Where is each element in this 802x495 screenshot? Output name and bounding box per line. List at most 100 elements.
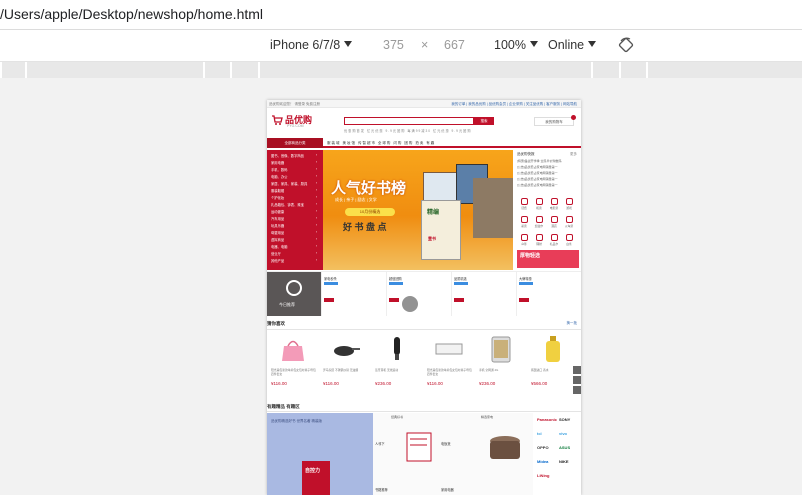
top-links[interactable]: 我的订单 | 我的品优购 | 品优购会员 | 企业采购 | 关注品优购 | 客户…	[451, 102, 577, 107]
category-item[interactable]: 虚拟商品	[271, 237, 284, 242]
brand-logo[interactable]: Panasonic	[537, 417, 557, 422]
media-query-ruler[interactable]	[0, 62, 802, 78]
zoom-select[interactable]: 100%	[494, 38, 538, 52]
news-item[interactable]: [特惠]备战开学季 全民半价购数码	[517, 159, 562, 163]
all-categories-tab[interactable]: 全部商品分类	[267, 138, 323, 148]
brand-logo[interactable]: ASUS	[559, 445, 570, 450]
brand-logo[interactable]: SONY	[559, 417, 570, 422]
chevron-right-icon: ›	[316, 237, 318, 241]
service-label: 酒店	[551, 224, 557, 228]
product-card[interactable]: 蓝牙耳机 无线运动 ¥236.00	[372, 332, 423, 394]
product-card[interactable]: 罗马家居 不锈钢炒锅 无油烟 ¥116.00	[320, 332, 371, 394]
service-item[interactable]: 火车票	[562, 216, 576, 230]
service-item[interactable]: 机票	[532, 198, 546, 212]
news-item[interactable]: [公告]品优稳占家电网销量第一	[517, 183, 558, 187]
product-image	[334, 346, 360, 356]
category-item[interactable]: 家用电器	[271, 160, 284, 165]
hero-banner[interactable]: 人气好书榜 成长 | 亲子 | 励志 | 文学 10月份精选 好 书 盘 点 精…	[323, 150, 513, 270]
category-item[interactable]: 玩具乐器	[271, 223, 284, 228]
feature-cell[interactable]: 品质精选	[451, 272, 516, 316]
brand-logo[interactable]: LiNing	[537, 473, 549, 478]
network-select[interactable]: Online	[548, 38, 597, 52]
promo-label[interactable]: 人邻下	[375, 441, 385, 446]
brand-logo[interactable]: NIKE	[559, 459, 569, 464]
category-item[interactable]: 家居、家具、家装、厨具	[271, 181, 307, 186]
category-item[interactable]: 母婴用品	[271, 230, 284, 235]
brand-logo[interactable]: tcl	[537, 431, 542, 436]
address-bar[interactable]: /Users/apple/Desktop/newshop/home.html	[0, 0, 802, 30]
product-card[interactable]: 阳光美包新款单肩包女包时尚子母包四件套女 ¥116.00	[424, 332, 475, 394]
book-promo[interactable]: 品优购精选好书 世界名著 精装版 自控力	[267, 413, 373, 495]
brand-logo[interactable]: vivo	[559, 431, 567, 436]
feature-cell[interactable]: 家电秒杀	[321, 272, 386, 316]
device-select[interactable]: iPhone 6/7/8	[270, 38, 353, 52]
chevron-right-icon: ›	[316, 244, 318, 248]
feature-button[interactable]	[324, 298, 334, 302]
service-item[interactable]: 话费	[517, 198, 531, 212]
category-item[interactable]: 电器、电脑	[271, 244, 287, 249]
cart-button[interactable]: 我的购物车	[534, 115, 576, 126]
service-item[interactable]: 酒店	[547, 216, 561, 230]
side-float-button[interactable]	[573, 376, 581, 384]
category-item[interactable]: 营业厅	[271, 251, 281, 256]
hot-words[interactable]: 优惠购首发 亿元优惠 9.9元团购 每满99减30 亿元优惠 9.9元团购	[344, 128, 472, 133]
category-item[interactable]: 服装鞋帽	[271, 188, 284, 193]
category-item[interactable]: 手机、数码	[271, 167, 287, 172]
service-label: 彩票	[521, 224, 527, 228]
product-card[interactable]: 阳光美包新款单肩包女包时尚子母包四件套女 ¥116.00	[268, 332, 319, 394]
promo-label[interactable]: 电饭煲	[441, 441, 451, 446]
category-item[interactable]: 礼品箱包、钟表、珠宝	[271, 202, 304, 207]
news-item[interactable]: [公告]品优稳占家电网销量第一	[517, 165, 558, 169]
chevron-right-icon: ›	[316, 258, 318, 262]
promo-label[interactable]: 家用电器	[441, 487, 454, 492]
today-recommend[interactable]: 今日推荐	[267, 272, 321, 316]
feature-button[interactable]	[454, 298, 464, 302]
promo-label[interactable]: 书籍推荐	[375, 487, 388, 492]
category-item[interactable]: 汽车用品	[271, 216, 284, 221]
service-item[interactable]: 彩票	[517, 216, 531, 230]
category-item[interactable]: 图书、音像、数字商品	[271, 153, 304, 158]
cart-label: 我的购物车	[545, 120, 563, 124]
news-item[interactable]: [公告]品优稳占家电网销量第一	[517, 171, 558, 175]
service-item[interactable]: 礼品卡	[547, 234, 561, 248]
service-item[interactable]: 加油卡	[532, 216, 546, 230]
service-item[interactable]: 众筹	[517, 234, 531, 248]
service-item[interactable]: 游戏	[562, 198, 576, 212]
welcome-text[interactable]: 品优购欢迎您！ 请登录 免费注册	[269, 102, 320, 107]
category-item[interactable]: 电脑、办公	[271, 174, 287, 179]
category-item[interactable]: 其他产品	[271, 258, 284, 263]
brand-logo[interactable]: Midea	[537, 459, 548, 464]
category-item[interactable]: 个护化妆	[271, 195, 284, 200]
service-item[interactable]: 电影票	[547, 198, 561, 212]
feature-cell[interactable]: 大牌特惠	[516, 272, 581, 316]
category-item[interactable]: 运动健康	[271, 209, 284, 214]
feature-button[interactable]	[389, 298, 399, 302]
banner-headline: 好 书 盘 点	[343, 222, 387, 232]
side-float-button[interactable]	[573, 366, 581, 374]
product-image	[491, 336, 511, 363]
url-text[interactable]: /Users/apple/Desktop/newshop/home.html	[0, 6, 263, 22]
search-button[interactable]: 搜索	[474, 117, 494, 125]
brand-logo[interactable]: OPPO	[537, 445, 549, 450]
rotate-icon[interactable]	[618, 37, 634, 53]
banner-pill: 10月份精选	[345, 208, 395, 216]
feature-button[interactable]	[519, 298, 529, 302]
search-input[interactable]	[344, 117, 474, 125]
refresh-link[interactable]: 换一批	[567, 321, 578, 326]
news-item[interactable]: [公告]品优稳占家电网销量第一	[517, 177, 558, 181]
product-card[interactable]: 韩国进口 香水 ¥566.00	[528, 332, 579, 394]
nav-links[interactable]: 服装城 美妆馆 传智超市 全球购 闪购 团购 拍卖 有趣	[327, 141, 435, 146]
feature-cell[interactable]: 超值团购	[386, 272, 451, 316]
service-item[interactable]: 白条	[562, 234, 576, 248]
brand-section: 品优购精选好书 世界名著 精装版 自控力 经典好书 精选家电 人邻下 电饭煲 书…	[267, 413, 581, 495]
promo-banner[interactable]: 厚物轻选	[517, 250, 579, 268]
news-more-link[interactable]: 更多	[570, 152, 577, 157]
side-float-button[interactable]	[573, 386, 581, 394]
product-card[interactable]: 手机 全网通 4G ¥236.00	[476, 332, 527, 394]
feature-name: 品质精选	[454, 277, 467, 281]
height-input[interactable]: 667	[444, 38, 465, 52]
service-item[interactable]: 理财	[532, 234, 546, 248]
browser-window: /Users/apple/Desktop/newshop/home.html i…	[0, 0, 802, 495]
width-input[interactable]: 375	[383, 38, 404, 52]
zoom-label: 100%	[494, 38, 526, 52]
